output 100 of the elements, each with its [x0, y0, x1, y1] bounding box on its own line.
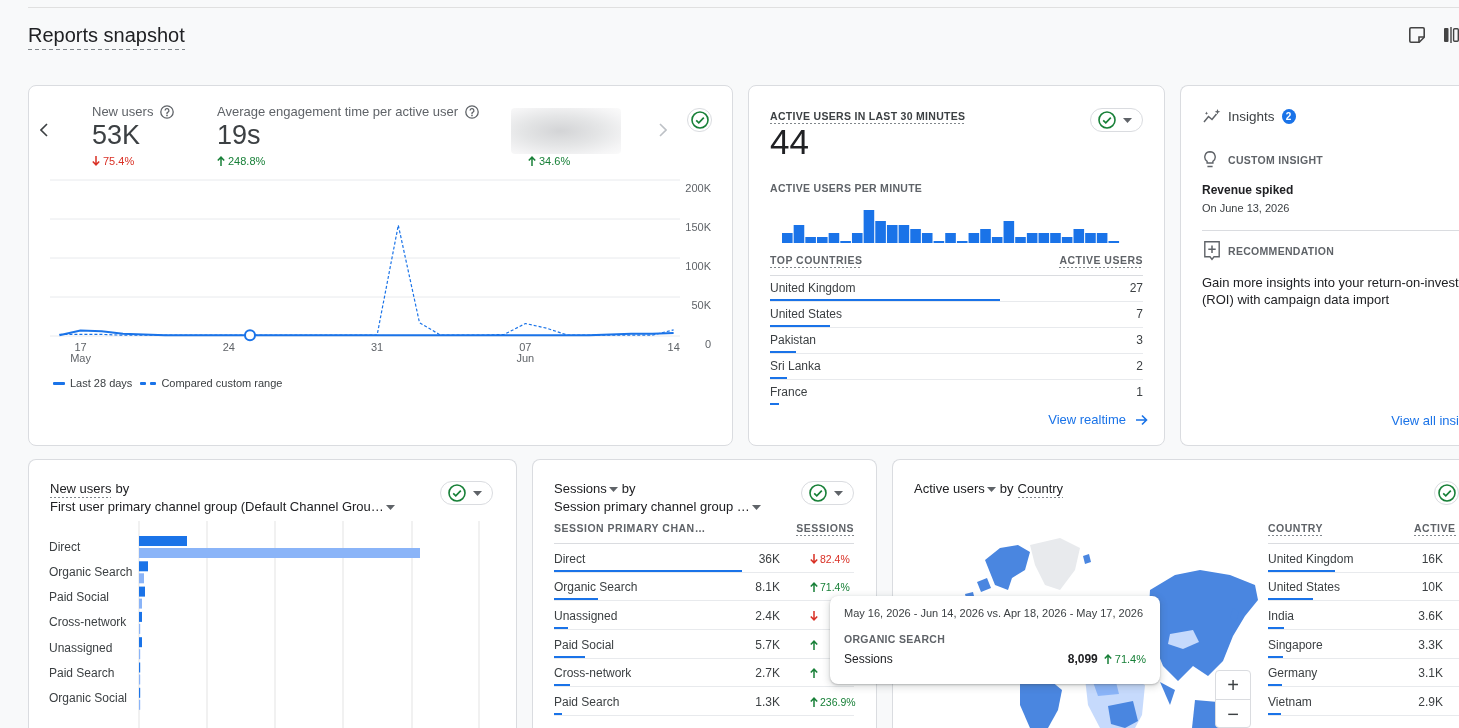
caret-icon — [1123, 117, 1132, 123]
axis-label: 50K — [691, 298, 711, 311]
lightbulb-icon — [1204, 151, 1216, 168]
table-cell: United Kingdom — [770, 281, 856, 295]
dashed-line-icon — [140, 381, 157, 385]
caret-icon — [608, 486, 618, 492]
minute-bar — [1085, 233, 1096, 243]
card-title: Insights — [1228, 108, 1275, 124]
table-cell: Singapore — [1268, 637, 1323, 652]
columns-icon[interactable] — [1444, 27, 1459, 43]
help-icon[interactable] — [465, 105, 480, 119]
table-cell: 3.6K — [1418, 607, 1443, 624]
minute-bar — [898, 225, 910, 243]
table-cell: Pakistan — [770, 333, 817, 347]
comparison-button[interactable] — [1434, 481, 1459, 505]
axis-label: May — [70, 352, 91, 364]
table-cell: 2.9K — [1418, 693, 1443, 710]
table-cell: 10K — [1421, 579, 1443, 596]
check-circle-icon — [448, 484, 466, 502]
change-value: 71.4% — [1114, 651, 1146, 666]
insight-date: On June 13, 2026 — [1202, 201, 1291, 215]
table-cell: Unassigned — [554, 608, 618, 623]
table-cell: 36K — [758, 550, 780, 567]
change-value: 248.8% — [228, 154, 266, 168]
check-circle-icon — [809, 484, 827, 502]
axis-label: 07 — [519, 341, 532, 353]
minute-bar — [1038, 233, 1050, 243]
category-label: Organic Search — [49, 564, 133, 579]
table-cell: United Kingdom — [1268, 551, 1354, 566]
view-all-link[interactable]: View all insi — [1391, 413, 1459, 429]
table-cell: United States — [770, 307, 843, 321]
caret-icon — [751, 504, 761, 510]
minute-bar — [910, 229, 921, 243]
table-cell: Paid Social — [554, 637, 615, 652]
category-label: Direct — [49, 539, 81, 554]
axis-label: 0 — [704, 337, 711, 350]
change-value: 236.9% — [820, 694, 856, 709]
axis-label: 24 — [222, 341, 235, 353]
axis-label: 17 — [74, 341, 87, 353]
table-cell: Vietnam — [1268, 694, 1312, 709]
view-realtime-link[interactable]: View realtime — [1048, 412, 1148, 428]
card-title: ACTIVE USERS IN LAST 30 MINUTES — [770, 109, 966, 124]
caret-icon — [385, 504, 395, 510]
comparison-dropdown-button[interactable] — [801, 481, 854, 505]
caret-icon — [834, 490, 843, 496]
table-cell: Cross-network — [554, 666, 632, 681]
category-label: Organic Social — [49, 691, 128, 706]
table-cell: 16K — [1421, 550, 1443, 567]
change-value: 82.4% — [820, 551, 850, 566]
bar — [139, 536, 187, 546]
check-circle-icon — [1437, 484, 1456, 502]
section-label: CUSTOM INSIGHT — [1228, 152, 1323, 167]
table-cell: 2.7K — [755, 665, 780, 682]
dimension-dropdown[interactable]: Session primary channel group … — [554, 499, 761, 515]
metric-dropdown[interactable]: Active users — [914, 481, 996, 497]
metric-value: 19s — [217, 120, 262, 150]
help-icon[interactable] — [160, 105, 175, 119]
dimension-dropdown[interactable]: First user primary channel group (Default Channel Grou… — [50, 499, 395, 515]
recommendation-text: Gain more insights into your return-on-invest (ROI) with campaign data import — [1202, 274, 1459, 308]
column-header: SESSION PRIMARY CHAN… — [554, 521, 706, 536]
table-cell: 3.1K — [1418, 665, 1443, 682]
metric-dropdown[interactable]: Sessions — [554, 481, 618, 497]
axis-label: 100K — [685, 259, 711, 272]
column-header: SESSIONS — [796, 521, 854, 536]
tooltip-metric: Sessions — [844, 651, 893, 666]
arrow-right-icon — [1136, 414, 1148, 426]
table-cell: India — [1268, 608, 1295, 623]
comparison-dropdown-button[interactable] — [1090, 108, 1143, 132]
comparison-button[interactable] — [687, 108, 712, 132]
axis-label: 200K — [685, 181, 711, 194]
column-header: COUNTRY — [1268, 521, 1324, 536]
check-circle-icon — [690, 111, 709, 129]
metric-label: Average engagement time per active user — [217, 104, 459, 120]
axis-label: Jun — [516, 352, 535, 364]
title-text: by — [621, 481, 636, 497]
column-header: ACTIVE USERS — [1059, 253, 1143, 268]
table-cell: Organic Search — [554, 580, 638, 595]
section-label: RECOMMENDATION — [1228, 244, 1335, 258]
table-cell: France — [770, 385, 808, 399]
chart-title: ACTIVE USERS PER MINUTE — [770, 181, 923, 195]
category-label: Paid Social — [49, 590, 110, 605]
metric-value: 53K — [92, 120, 142, 150]
chevron-left-icon[interactable] — [40, 123, 48, 137]
zoom-out-button[interactable]: − — [1216, 699, 1250, 727]
tooltip-text: May 16, 2026 - Jun 14, 2026 vs. Apr 18, 2026 - May 17, 2026 — [844, 606, 1145, 620]
table-cell: 3 — [1136, 332, 1143, 348]
zoom-in-button[interactable]: + — [1216, 671, 1250, 699]
column-header: ACTIVE — [1414, 521, 1456, 536]
minute-bar — [886, 225, 898, 243]
sparkle-chart-icon — [1203, 109, 1221, 123]
comparison-dropdown-button[interactable] — [440, 481, 493, 505]
title-text: by — [115, 481, 130, 497]
change-value: 75.4% — [103, 154, 135, 168]
table-cell: 5.7K — [755, 636, 780, 653]
insight-title: Revenue spiked — [1202, 182, 1295, 198]
count-badge: 2 — [1281, 108, 1296, 124]
caret-icon — [473, 490, 482, 496]
plus-message-icon — [1204, 241, 1220, 261]
table-cell: 2.4K — [755, 607, 780, 624]
note-icon[interactable] — [1409, 27, 1425, 43]
